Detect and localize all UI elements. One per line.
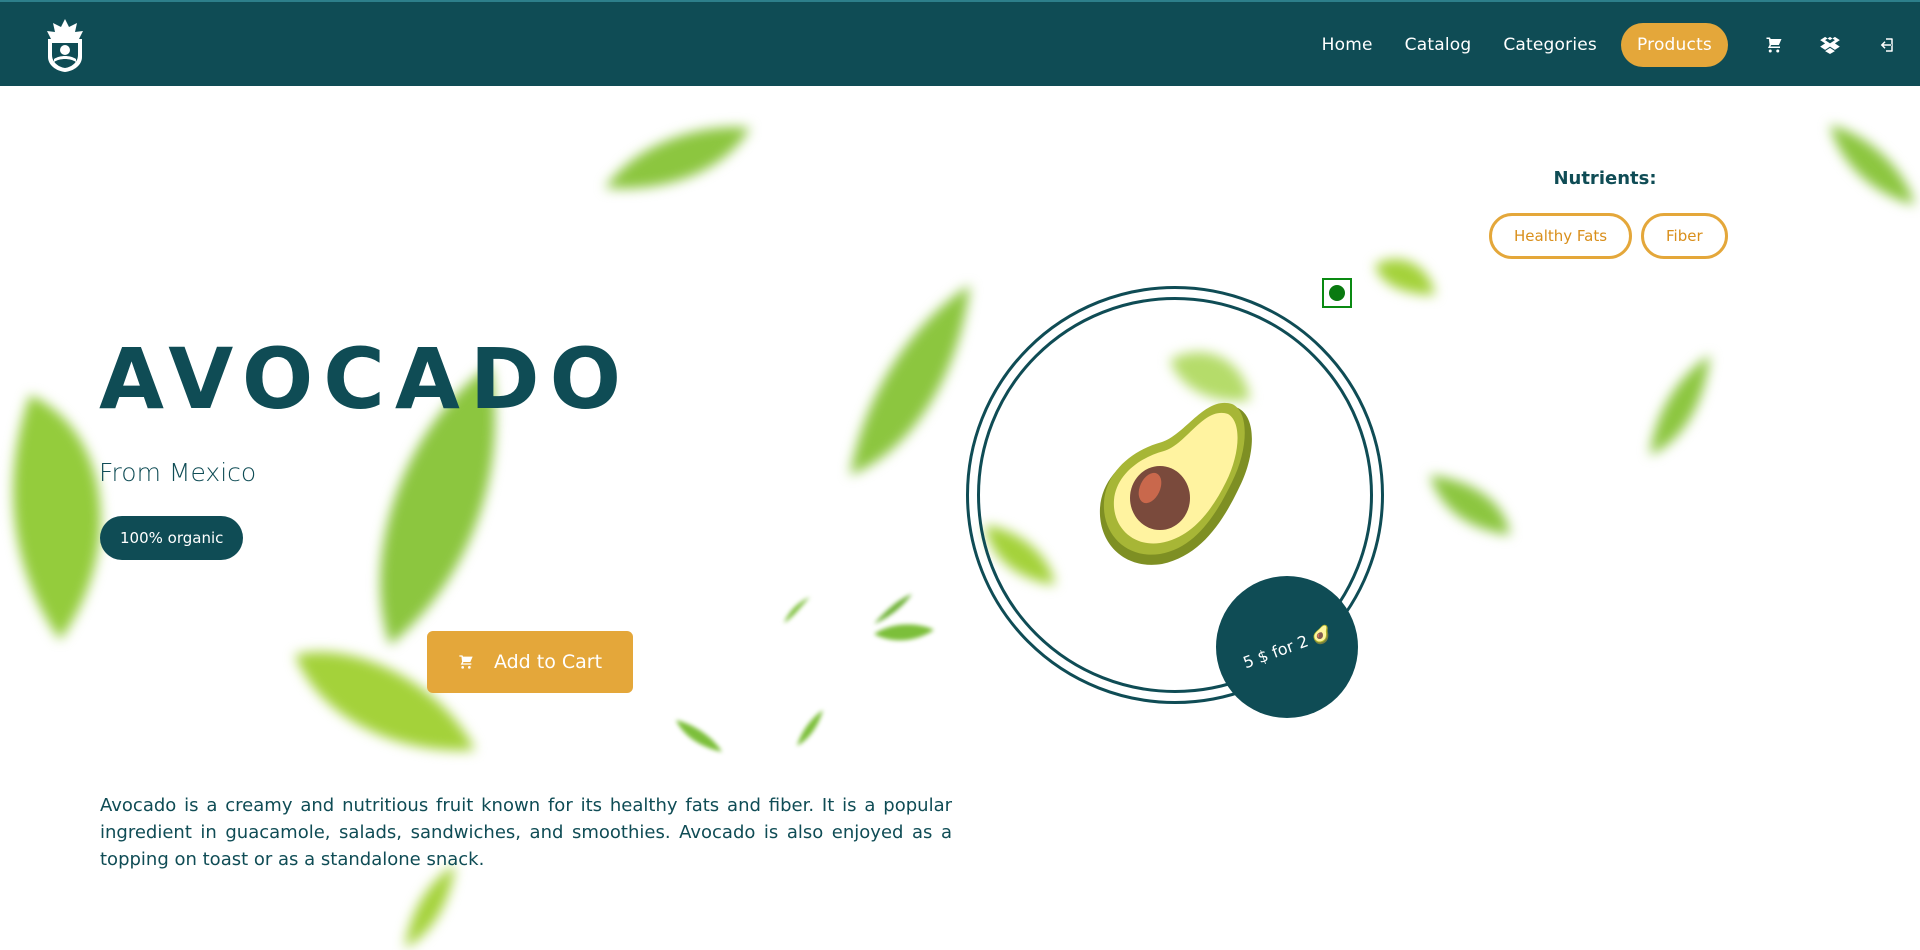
nutrients-title: Nutrients: xyxy=(1553,168,1657,189)
leaf-decoration xyxy=(405,865,455,948)
leaf-decoration xyxy=(874,594,912,624)
main-nav: Home Catalog Categories Products xyxy=(1306,2,1920,88)
add-to-cart-label: Add to Cart xyxy=(493,651,603,673)
dropbox-icon[interactable] xyxy=(1802,23,1858,67)
leaf-decoration xyxy=(605,127,750,189)
leaf-decoration xyxy=(1430,475,1510,535)
leaf-decoration xyxy=(784,597,810,623)
leaf-decoration xyxy=(676,720,722,752)
product-origin: From Mexico xyxy=(99,458,257,487)
leaf-decoration xyxy=(850,285,970,475)
leaf-decoration xyxy=(874,624,934,641)
nav-catalog[interactable]: Catalog xyxy=(1389,23,1488,67)
avocado-image xyxy=(1099,402,1252,565)
leaf-decoration xyxy=(1375,259,1435,295)
product-description: Avocado is a creamy and nutritious fruit… xyxy=(100,795,952,870)
cart-icon xyxy=(459,655,473,669)
nutrient-chip: Healthy Fats xyxy=(1489,213,1633,259)
offer-badge: 5 $ for 2 🥑 xyxy=(1216,576,1358,718)
login-icon[interactable] xyxy=(1858,23,1914,67)
top-navbar: Home Catalog Categories Products xyxy=(0,0,1920,86)
radio-dot xyxy=(1329,285,1345,301)
leaf-decoration xyxy=(1650,355,1710,455)
nav-products[interactable]: Products xyxy=(1620,23,1728,67)
organic-badge: 100% organic xyxy=(100,516,244,560)
nav-home[interactable]: Home xyxy=(1306,23,1389,67)
nutrient-chip: Fiber xyxy=(1641,213,1728,259)
add-to-cart-button[interactable]: Add to Cart xyxy=(427,631,633,693)
product-title: AVOCADO xyxy=(99,330,632,428)
offer-text: 5 $ for 2 🥑 xyxy=(1240,622,1334,672)
radio-toggle[interactable] xyxy=(1322,278,1352,308)
nav-categories[interactable]: Categories xyxy=(1487,23,1613,67)
cart-icon[interactable] xyxy=(1746,23,1802,67)
leaf-decoration xyxy=(797,710,823,746)
brand-logo[interactable] xyxy=(44,17,86,73)
leaf-decoration xyxy=(1830,125,1915,205)
